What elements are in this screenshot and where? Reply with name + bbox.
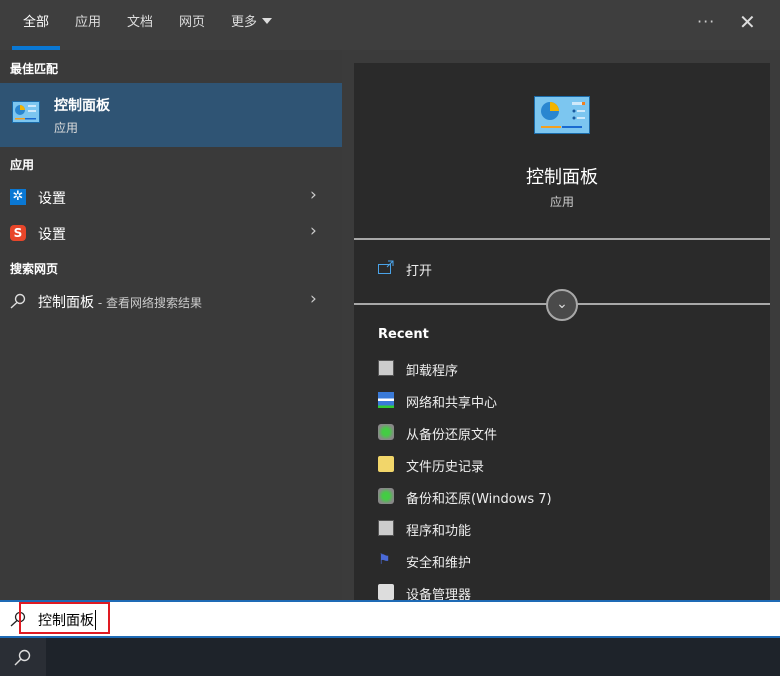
sogou-icon: S [10,225,26,241]
recent-item-label: 卸载程序 [406,364,459,379]
open-icon [378,260,394,274]
best-match-subtitle: 应用 [54,121,79,135]
settings-gear-icon: ✲ [10,189,26,205]
search-icon [10,293,26,309]
open-label: 打开 [406,264,433,279]
chevron-right-icon: › [310,289,317,309]
tab-more[interactable]: 更多 [231,0,273,50]
app-label: 设置 [38,227,66,243]
programs-icon [378,360,394,376]
file-history-icon [378,456,394,472]
app-result-settings-sogou[interactable]: S 设置 › [0,216,342,250]
recent-item-label: 文件历史记录 [406,460,485,475]
best-match-heading: 最佳匹配 [10,62,59,76]
app-label: 设置 [38,191,66,207]
expand-chevron-down-button[interactable]: ⌄ [546,289,578,321]
best-match-title: 控制面板 [54,98,110,114]
recent-item-label: 备份和还原(Windows 7) [406,492,552,507]
web-suffix: - 查看网络搜索结果 [94,296,202,310]
recent-item-label: 设备管理器 [406,588,472,600]
tab-more-label: 更多 [231,15,258,30]
control-panel-large-icon [534,96,590,134]
recent-item[interactable]: 卸载程序 [378,358,758,380]
recent-item[interactable]: 备份和还原(Windows 7) [378,486,758,508]
search-icon [14,649,31,666]
network-icon [378,392,394,408]
chevron-right-icon: › [310,185,317,205]
programs-icon [378,520,394,536]
recent-item-label: 网络和共享中心 [406,396,498,411]
backup-restore-icon [378,488,394,504]
web-query: 控制面板 [38,295,94,311]
backup-restore-icon [378,424,394,440]
close-button[interactable]: ✕ [739,10,756,34]
chevron-right-icon: › [310,221,317,241]
control-panel-icon [12,101,40,123]
preview-subtitle: 应用 [549,195,574,209]
flag-icon: ⚑ [378,552,391,568]
recent-item[interactable]: 程序和功能 [378,518,758,540]
recent-item-label: 安全和维护 [406,556,472,571]
search-input[interactable]: 控制面板 [38,610,96,630]
best-match-item[interactable]: 控制面板 应用 [0,83,342,147]
device-manager-icon [378,584,394,600]
preview-title: 控制面板 [526,167,598,188]
tab-documents[interactable]: 文档 [127,0,153,50]
tab-apps[interactable]: 应用 [75,0,101,50]
more-options-button[interactable]: ··· [697,12,715,31]
open-action[interactable]: 打开 [378,258,758,280]
recent-item-label: 从备份还原文件 [406,428,498,443]
tab-web[interactable]: 网页 [179,0,205,50]
recent-heading: Recent [378,327,429,342]
recent-item[interactable]: 网络和共享中心 [378,390,758,412]
taskbar-search-button[interactable] [0,638,46,676]
preview-panel: 控制面板 应用 打开 ⌄ Recent 卸载程序 网络和共享中心 从备份还原文件… [354,63,770,600]
recent-item[interactable]: 从备份还原文件 [378,422,758,444]
web-heading: 搜索网页 [10,262,59,276]
divider [354,238,770,240]
web-result-label: 控制面板 - 查看网络搜索结果 [38,292,202,312]
app-result-settings[interactable]: ✲ 设置 › [0,180,342,214]
web-search-result[interactable]: 控制面板 - 查看网络搜索结果 › [0,284,342,318]
search-box[interactable]: 控制面板 [0,600,780,638]
recent-item[interactable]: 文件历史记录 [378,454,758,476]
results-panel: 最佳匹配 控制面板 应用 应用 ✲ 设置 › S 设置 › 搜索网页 控制面板 … [0,50,342,600]
tab-all[interactable]: 全部 [11,0,61,50]
apps-heading: 应用 [10,158,35,172]
filter-tabs-bar: 全部 应用 文档 网页 更多 ··· ✕ [0,0,780,50]
recent-item-label: 程序和功能 [406,524,472,539]
recent-item[interactable]: ⚑ 安全和维护 [378,550,758,572]
taskbar [0,638,780,676]
caret-down-icon [262,18,273,24]
recent-item[interactable]: 设备管理器 [378,582,758,600]
